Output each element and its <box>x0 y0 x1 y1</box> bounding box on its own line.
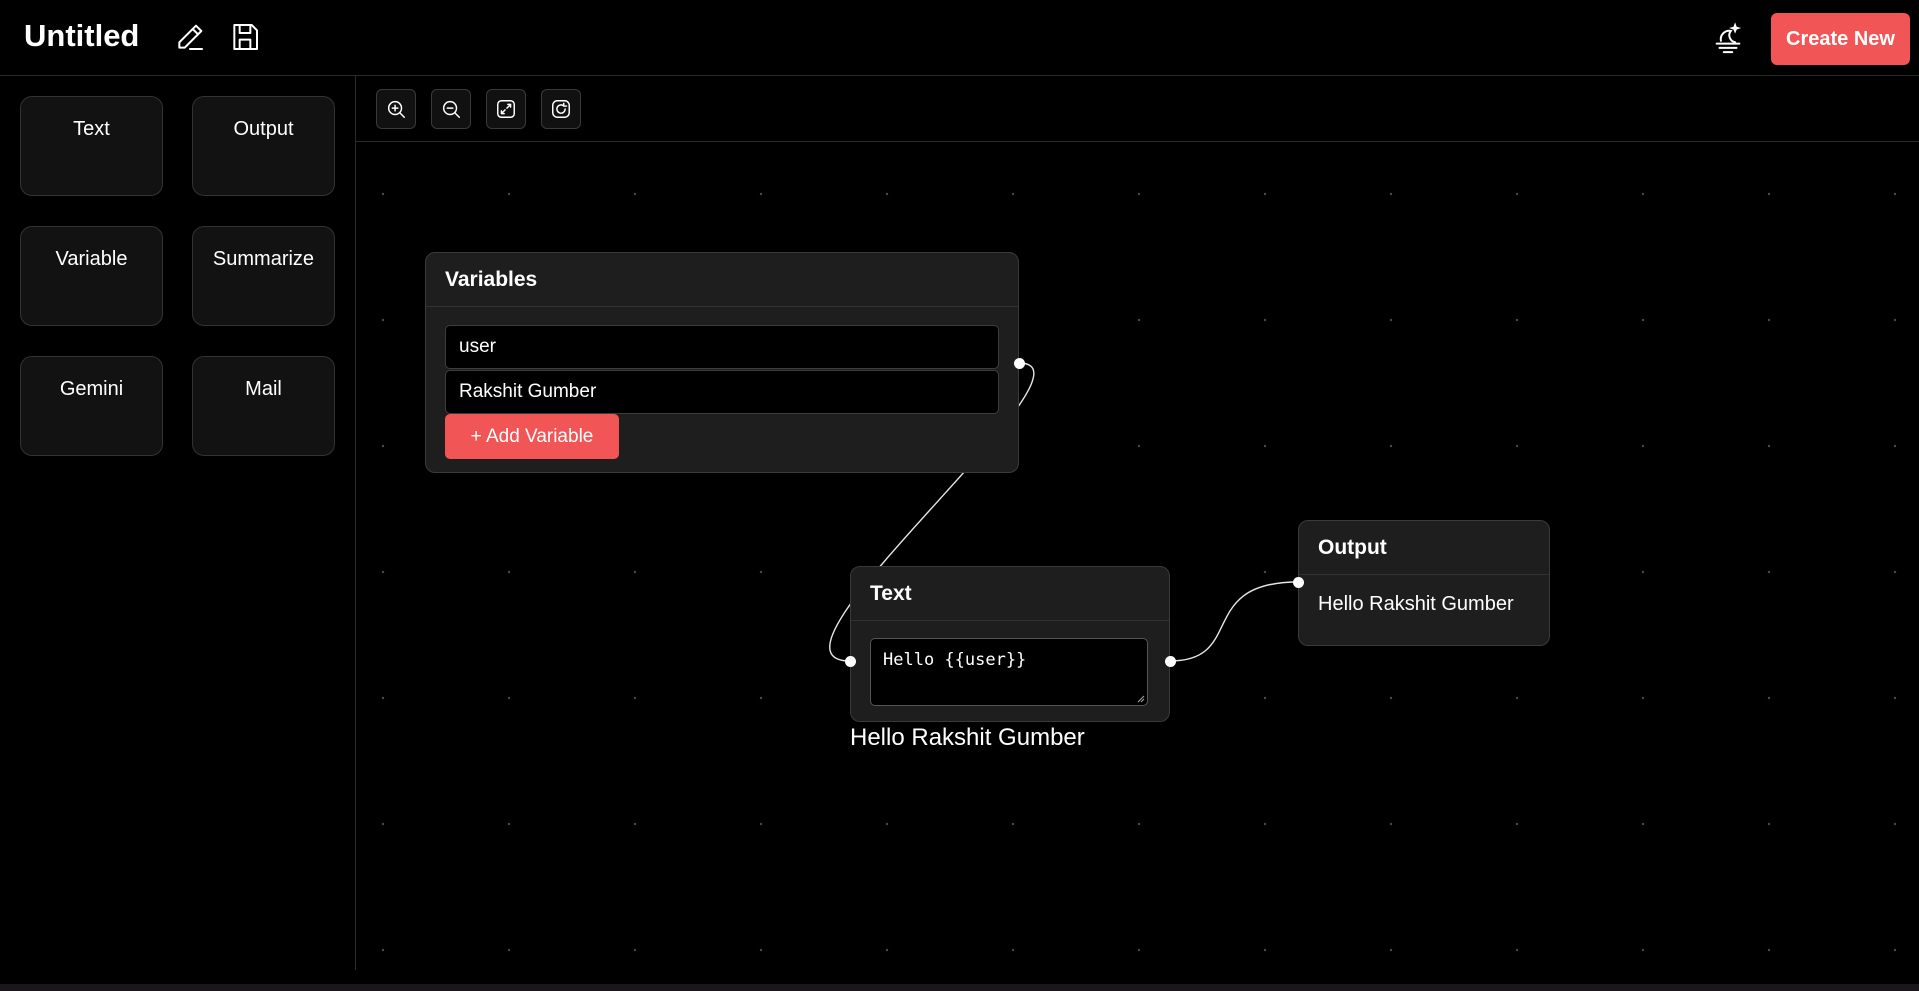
create-new-button[interactable]: Create New <box>1771 13 1910 65</box>
output-input-handle[interactable] <box>1293 577 1304 588</box>
page-title[interactable]: Untitled <box>24 18 139 54</box>
node-title: Output <box>1299 521 1549 575</box>
theme-toggle-icon[interactable] <box>1710 20 1746 56</box>
node-title: Text <box>851 567 1169 621</box>
text-template-input[interactable]: Hello {{user}} <box>870 638 1148 706</box>
flow-canvas[interactable]: Variables + Add Variable Text Hello {{us… <box>356 76 1919 970</box>
bottom-strip <box>0 984 1919 991</box>
reset-view-icon[interactable] <box>541 89 581 129</box>
text-output-handle[interactable] <box>1165 656 1176 667</box>
node-palette: Text Output Variable Summarize Gemini Ma… <box>0 76 356 970</box>
zoom-out-icon[interactable] <box>431 89 471 129</box>
variables-node[interactable]: Variables + Add Variable <box>425 252 1019 473</box>
save-icon[interactable] <box>227 19 263 55</box>
palette-item-text[interactable]: Text <box>20 96 163 196</box>
palette-item-mail[interactable]: Mail <box>192 356 335 456</box>
canvas-toolbar <box>356 76 1919 142</box>
output-value: Hello Rakshit Gumber <box>1318 593 1514 615</box>
palette-item-gemini[interactable]: Gemini <box>20 356 163 456</box>
text-input-handle[interactable] <box>845 656 856 667</box>
edit-icon[interactable] <box>172 19 208 55</box>
edge-text-to-output[interactable] <box>1169 581 1299 662</box>
variables-output-handle[interactable] <box>1014 358 1025 369</box>
app-header: Untitled Create New <box>0 0 1919 76</box>
palette-item-variable[interactable]: Variable <box>20 226 163 326</box>
zoom-in-icon[interactable] <box>376 89 416 129</box>
node-title: Variables <box>426 253 1018 307</box>
variable-name-input[interactable] <box>445 325 999 369</box>
text-node-result: Hello Rakshit Gumber <box>850 724 1085 751</box>
fit-view-icon[interactable] <box>486 89 526 129</box>
palette-item-output[interactable]: Output <box>192 96 335 196</box>
variable-value-input[interactable] <box>445 370 999 414</box>
edge-layer <box>829 362 1299 662</box>
text-node[interactable]: Text Hello {{user}} <box>850 566 1170 722</box>
palette-item-summarize[interactable]: Summarize <box>192 226 335 326</box>
output-node[interactable]: Output Hello Rakshit Gumber <box>1298 520 1550 646</box>
resize-grip-icon[interactable] <box>1137 695 1145 703</box>
add-variable-button[interactable]: + Add Variable <box>445 414 619 459</box>
